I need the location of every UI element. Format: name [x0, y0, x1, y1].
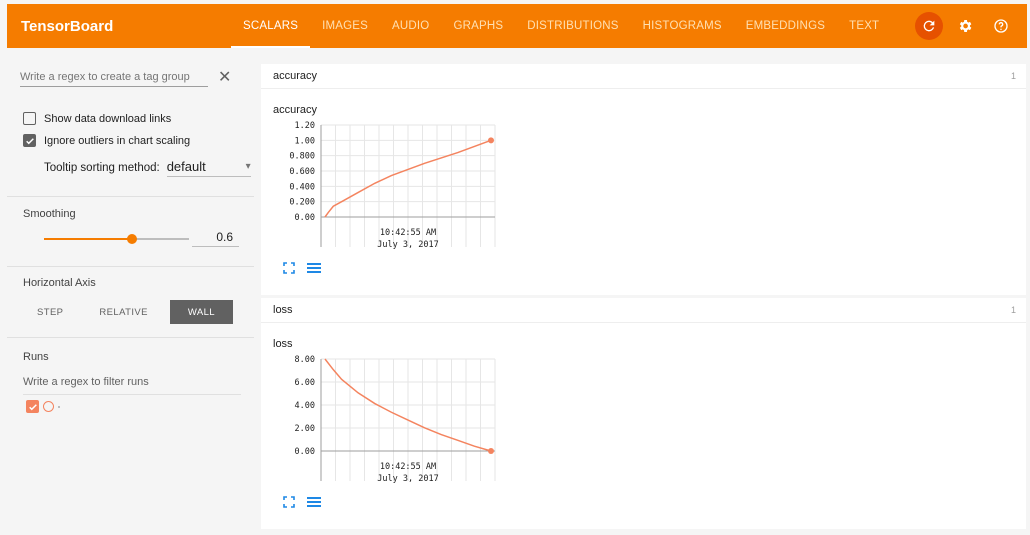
- tab-scalars[interactable]: SCALARS: [231, 4, 311, 48]
- dashboard-tabs: SCALARS IMAGES AUDIO GRAPHS DISTRIBUTION…: [231, 4, 891, 48]
- x-tick-label: 10:42:55 AM: [380, 228, 436, 238]
- smoothing-title: Smoothing: [23, 208, 76, 220]
- tab-graphs[interactable]: GRAPHS: [441, 4, 515, 48]
- data-point: [488, 448, 494, 454]
- divider: [7, 337, 254, 338]
- run-item[interactable]: [26, 400, 60, 413]
- accuracy-card: accuracy 1.20 1.00 0.800 0.600 0.400 0.200 0.0…: [261, 89, 1026, 295]
- horizontal-axis-title: Horizontal Axis: [23, 277, 96, 289]
- y-tick-label: 0.00: [295, 447, 315, 457]
- y-tick-label: 4.00: [295, 401, 315, 411]
- help-icon[interactable]: [987, 12, 1015, 40]
- reload-icon[interactable]: [915, 12, 943, 40]
- divider: [7, 266, 254, 267]
- tooltip-sorting-value: default: [166, 159, 206, 174]
- x-tick-label: July 3, 2017: [377, 240, 438, 250]
- sidebar: ✕ Show data download links Ignore outlie…: [7, 48, 254, 531]
- accuracy-card-header[interactable]: accuracy 1: [261, 64, 1026, 89]
- card-title: loss: [273, 304, 293, 316]
- slider-knob[interactable]: [126, 234, 137, 244]
- top-app-bar: TensorBoard SCALARS IMAGES AUDIO GRAPHS …: [7, 4, 1027, 48]
- checkmark-icon[interactable]: [23, 134, 36, 147]
- y-tick-label: 1.20: [295, 121, 315, 131]
- card-title: accuracy: [273, 70, 318, 82]
- data-point: [488, 137, 494, 144]
- tab-images[interactable]: IMAGES: [310, 4, 380, 48]
- slider-fill: [44, 238, 132, 240]
- loss-chart[interactable]: 8.00 6.00 4.00 2.00 0.00 10:42:55 AM July 3, 2…: [273, 353, 503, 493]
- smoothing-slider[interactable]: [44, 232, 189, 246]
- y-tick-label: 6.00: [295, 378, 315, 388]
- y-tick-label: 0.200: [289, 198, 315, 208]
- axis-step-button[interactable]: STEP: [23, 300, 77, 324]
- y-tick-label: 0.800: [289, 152, 315, 162]
- loss-card: loss 8.00 6.00 4.00 2.00 0.00 10:42:55 AM July…: [261, 323, 1026, 529]
- show-download-links-label: Show data download links: [44, 112, 172, 125]
- chart-title: loss: [273, 338, 293, 350]
- runs-filter-input[interactable]: Write a regex to filter runs: [23, 376, 241, 395]
- ignore-outliers-label: Ignore outliers in chart scaling: [44, 134, 191, 147]
- tooltip-sorting-dropdown[interactable]: default ▾: [166, 159, 251, 177]
- card-count: 1: [1010, 71, 1016, 81]
- y-tick-label: 0.00: [295, 213, 315, 223]
- tab-text[interactable]: TEXT: [837, 4, 891, 48]
- accuracy-chart[interactable]: 1.20 1.00 0.800 0.600 0.400 0.200 0.00 10:42:55…: [273, 119, 503, 259]
- close-icon[interactable]: ✕: [218, 69, 231, 86]
- smoothing-value-input[interactable]: 0.6: [192, 230, 239, 247]
- axis-wall-button[interactable]: WALL: [169, 300, 233, 324]
- run-checkbox[interactable]: [26, 400, 39, 413]
- chart-title: accuracy: [273, 104, 318, 116]
- fullscreen-icon[interactable]: [283, 495, 295, 513]
- horizontal-axis-selector: STEP RELATIVE WALL: [23, 300, 241, 324]
- tab-audio[interactable]: AUDIO: [380, 4, 441, 48]
- y-tick-label: 8.00: [295, 355, 315, 365]
- run-label-dot: [58, 405, 60, 408]
- axis-relative-button[interactable]: RELATIVE: [85, 300, 161, 324]
- loss-card-header[interactable]: loss 1: [261, 298, 1026, 323]
- tab-distributions[interactable]: DISTRIBUTIONS: [515, 4, 630, 48]
- run-color-circle-icon[interactable]: [43, 401, 54, 412]
- tooltip-sorting-label: Tooltip sorting method:: [44, 162, 160, 174]
- settings-icon[interactable]: [951, 12, 979, 40]
- tab-histograms[interactable]: HISTOGRAMS: [631, 4, 734, 48]
- ignore-outliers-checkbox[interactable]: Ignore outliers in chart scaling: [23, 134, 190, 147]
- data-table-icon[interactable]: [307, 495, 321, 513]
- y-tick-label: 0.400: [289, 182, 315, 192]
- show-download-links-checkbox[interactable]: Show data download links: [23, 112, 171, 125]
- fullscreen-icon[interactable]: [283, 261, 295, 279]
- y-tick-label: 2.00: [295, 424, 315, 434]
- checkbox-box[interactable]: [23, 112, 36, 125]
- app-title: TensorBoard: [21, 17, 114, 35]
- tag-regex-input[interactable]: [20, 68, 208, 87]
- x-tick-label: 10:42:55 AM: [380, 462, 436, 472]
- x-tick-label: July 3, 2017: [377, 474, 438, 484]
- divider: [7, 196, 254, 197]
- data-table-icon[interactable]: [307, 261, 321, 279]
- y-tick-label: 0.600: [289, 167, 315, 177]
- runs-title: Runs: [23, 351, 49, 363]
- y-tick-label: 1.00: [295, 136, 315, 146]
- tab-embeddings[interactable]: EMBEDDINGS: [734, 4, 837, 48]
- chevron-down-icon: ▾: [245, 161, 251, 172]
- card-count: 1: [1010, 305, 1016, 315]
